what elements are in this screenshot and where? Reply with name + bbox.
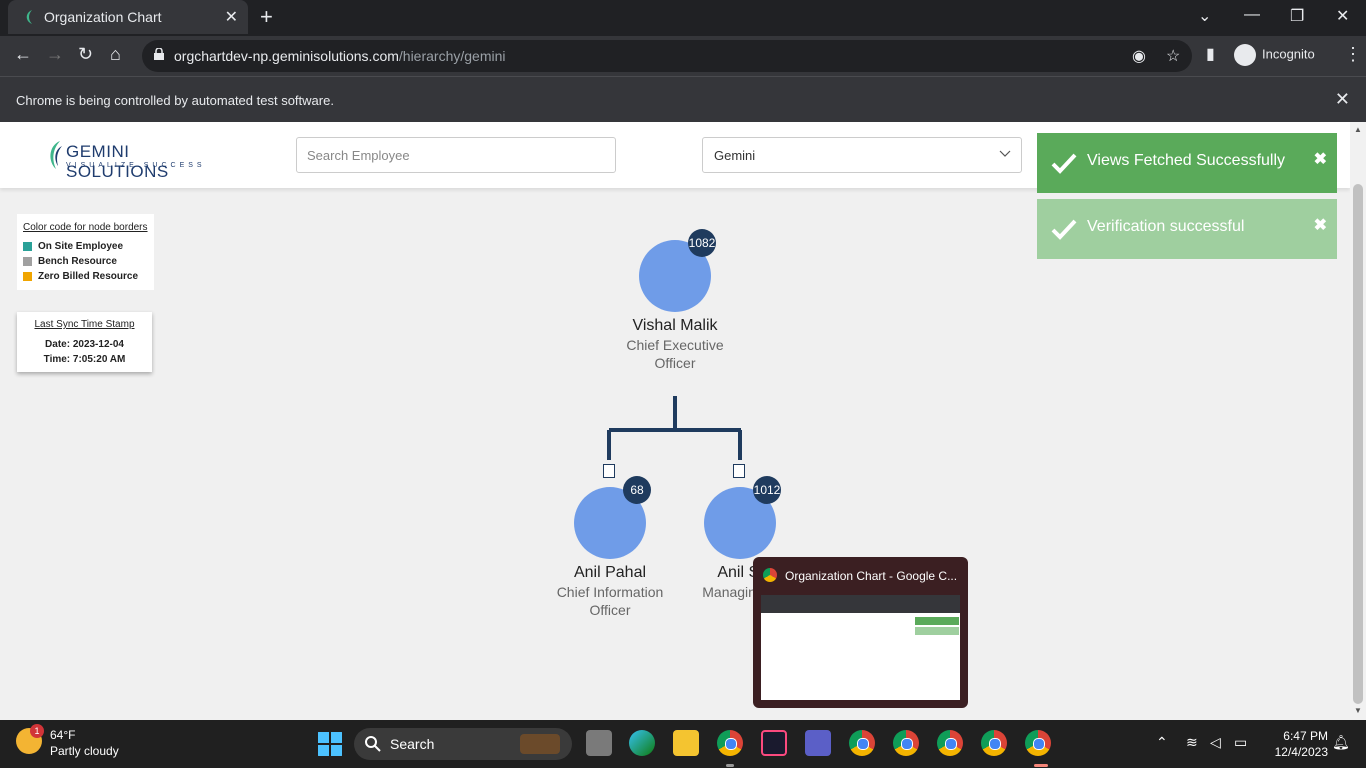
active-indicator [1034,764,1048,767]
scrollbar-thumb[interactable] [1353,184,1363,704]
chrome-icon[interactable] [717,730,743,756]
menu-icon[interactable]: ⋮ [1344,44,1362,65]
tab-title: Organization Chart [44,9,162,25]
gemini-favicon-icon [26,10,32,24]
node-role: Chief Information Officer [556,584,664,618]
chrome-icon[interactable] [893,730,919,756]
page-content: GEMINI SOLUTIONS VISUALIZE SUCCESS Gemin… [0,122,1350,720]
toast-success: Verification successful ✖ [1037,199,1337,259]
infobar-message: Chrome is being controlled by automated … [16,93,334,108]
browser-tab[interactable]: Organization Chart ✕ [8,0,248,34]
system-clock[interactable]: 6:47 PM 12/4/2023 [1262,728,1328,760]
chrome-icon[interactable] [981,730,1007,756]
search-highlight-icon [520,734,560,754]
file-explorer-icon[interactable] [673,730,699,756]
intellij-icon[interactable] [761,730,787,756]
browser-titlebar: Organization Chart ✕ + ⌄ — ❐ ✕ [0,0,1366,36]
expand-toggle[interactable] [733,464,745,478]
subordinate-count-badge: 1082 [688,229,716,257]
notification-bell-icon[interactable]: 🔔︎ [1332,734,1350,751]
taskbar-search[interactable]: Search [354,728,572,760]
clock-date: 12/4/2023 [1274,745,1328,759]
chrome-icon[interactable] [849,730,875,756]
subordinate-count-badge: 1012 [753,476,781,504]
taskbar-window-preview[interactable]: Organization Chart - Google C... [753,557,968,708]
teams-icon[interactable] [805,730,831,756]
incognito-icon [1234,44,1256,66]
toast-message: Verification successful [1087,218,1245,235]
back-arrow-icon[interactable]: ← [14,44,32,65]
minimize-button[interactable]: — [1244,6,1260,24]
url-text: orgchartdev-np.geminisolutions.com/hiera… [174,48,506,64]
node-name: Vishal Malik [632,317,718,334]
expand-toggle[interactable] [603,464,615,478]
reload-icon[interactable]: ↻ [78,44,93,65]
chrome-icon[interactable] [1025,730,1051,756]
tab-search-icon[interactable]: ⌄ [1198,6,1211,26]
toast-close-icon[interactable]: ✖ [1314,149,1327,169]
tab-close-icon[interactable]: ✕ [225,7,238,27]
restore-button[interactable]: ❐ [1290,6,1304,26]
running-indicator [726,764,734,767]
checkmark-icon [1051,153,1077,174]
page-scrollbar[interactable]: ▲ ▼ [1350,122,1366,720]
toast-success: Views Fetched Successfully ✖ [1037,133,1337,193]
weather-desc: Partly cloudy [50,744,119,758]
wifi-icon[interactable]: ≋ [1186,734,1198,751]
taskbar-search-label: Search [390,736,435,752]
battery-icon[interactable]: ▭ [1234,734,1247,751]
windows-start-icon[interactable] [317,731,343,757]
close-window-button[interactable]: ✕ [1336,6,1349,26]
scroll-down-icon[interactable]: ▼ [1354,706,1362,715]
node-role: Chief Executive Officer [626,337,724,371]
bookmark-star-icon[interactable]: ☆ [1166,46,1180,66]
new-tab-button[interactable]: + [260,4,273,30]
clock-time: 6:47 PM [1283,729,1328,743]
scroll-up-icon[interactable]: ▲ [1354,125,1362,134]
chrome-icon[interactable] [937,730,963,756]
toast-message: Views Fetched Successfully [1087,152,1286,169]
chrome-icon [763,568,777,582]
edge-icon[interactable] [629,730,655,756]
tracking-protection-icon[interactable]: ◉ [1132,46,1146,66]
home-icon[interactable]: ⌂ [110,44,121,65]
side-panel-icon[interactable]: ▮ [1206,44,1215,64]
weather-badge: 1 [30,724,44,738]
infobar-close-icon[interactable]: ✕ [1335,89,1350,110]
windows-taskbar: 1 64°F Partly cloudy Search ⌃ ≋ ◁ ▭ 6:47… [0,720,1366,768]
preview-thumbnail [761,595,960,700]
incognito-indicator[interactable]: Incognito [1234,44,1315,66]
search-icon [365,736,381,752]
weather-temp: 64°F [50,728,76,742]
volume-icon[interactable]: ◁ [1210,734,1221,751]
lock-icon [154,48,164,60]
task-view-icon[interactable] [586,730,612,756]
automation-infobar: Chrome is being controlled by automated … [0,76,1366,122]
browser-toolbar: ← → ↻ ⌂ orgchartdev-np.geminisolutions.c… [0,36,1366,76]
preview-title: Organization Chart - Google C... [785,569,958,583]
address-bar[interactable]: orgchartdev-np.geminisolutions.com/hiera… [142,40,1192,72]
subordinate-count-badge: 68 [623,476,651,504]
checkmark-icon [1051,219,1077,240]
toast-close-icon[interactable]: ✖ [1314,215,1327,235]
forward-arrow-icon[interactable]: → [46,44,64,65]
chevron-up-icon[interactable]: ⌃ [1156,734,1168,751]
